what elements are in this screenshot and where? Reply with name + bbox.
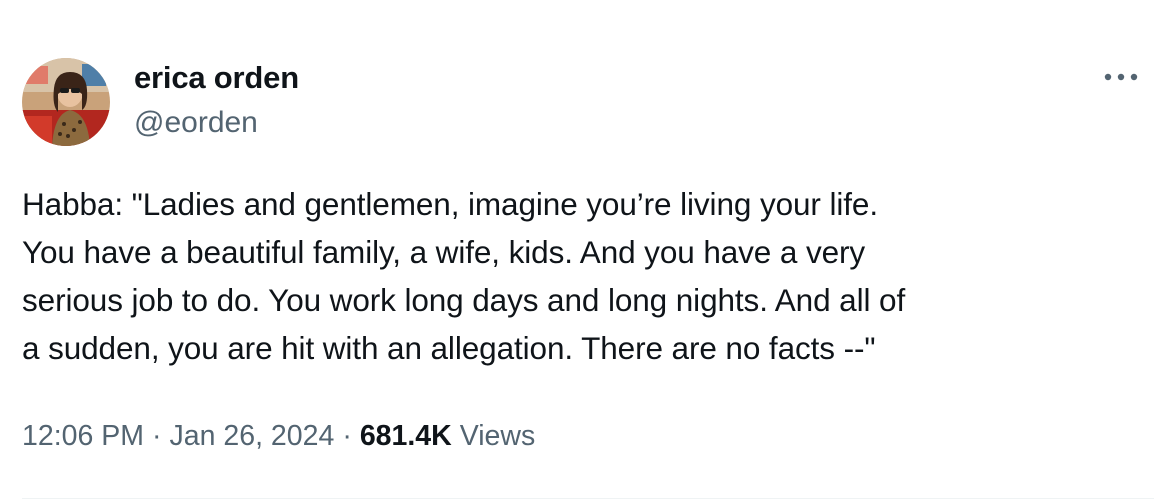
avatar[interactable] [22, 58, 110, 146]
tweet-date[interactable]: Jan 26, 2024 [170, 420, 335, 452]
tweet-card: erica orden @eorden Habba: "Ladies and g… [0, 0, 1176, 504]
author-handle[interactable]: @eorden [134, 106, 258, 140]
views-label[interactable]: Views [452, 420, 536, 452]
views-count[interactable]: 681.4K [360, 420, 452, 452]
author-display-name[interactable]: erica orden [134, 60, 299, 96]
avatar-image [22, 58, 110, 146]
more-options-button[interactable] [1100, 62, 1142, 92]
meta-separator: · [342, 420, 352, 452]
more-horizontal-icon [1104, 73, 1138, 81]
meta-separator: · [152, 420, 162, 452]
tweet-text: Habba: "Ladies and gentlemen, imagine yo… [22, 186, 906, 366]
tweet-time[interactable]: 12:06 PM [22, 420, 144, 452]
divider [22, 498, 1154, 499]
tweet-meta: 12:06 PM · Jan 26, 2024 · 681.4K Views [22, 420, 535, 453]
